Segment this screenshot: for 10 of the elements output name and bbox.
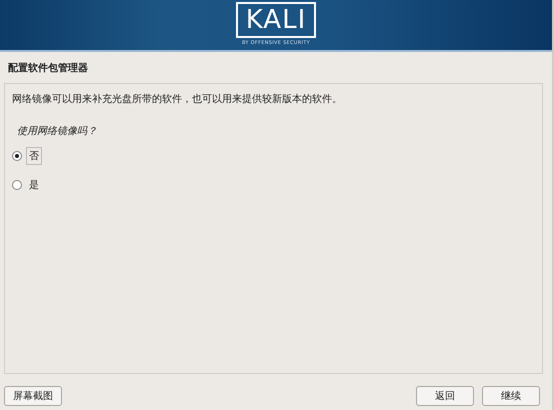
logo-text: KALI (246, 7, 306, 33)
radio-option[interactable]: 是 (12, 176, 42, 194)
page-title: 配置软件包管理器 (7, 62, 89, 76)
radio-button[interactable] (12, 151, 22, 161)
screenshot-button[interactable]: 屏幕截图 (4, 386, 62, 406)
question-text: 使用网络镜像吗？ (17, 125, 97, 138)
description-text: 网络镜像可以用来补充光盘所带的软件，也可以用来提供较新版本的软件。 (12, 92, 342, 106)
back-button[interactable]: 返回 (416, 386, 474, 406)
continue-button[interactable]: 继续 (482, 386, 540, 406)
radio-button[interactable] (12, 180, 22, 190)
